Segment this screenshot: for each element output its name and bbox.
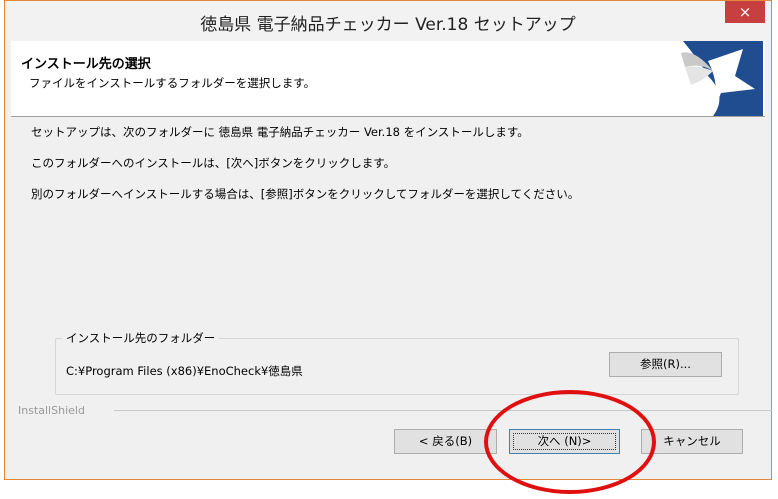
installer-window: 徳島県 電子納品チェッカー Ver.18 セットアップ × インストール先の選択… (4, 0, 772, 480)
header-title: インストール先の選択 (21, 57, 151, 72)
back-button[interactable]: < 戻る(B) (394, 429, 497, 454)
close-button[interactable]: × (725, 1, 765, 23)
next-button[interactable]: 次へ (N)> (509, 429, 620, 454)
instruction-line-3: 別のフォルダーへインストールする場合は、[参照]ボタンをクリックしてフォルダーを… (31, 187, 580, 201)
destination-path: C:¥Program Files (x86)¥EnoCheck¥徳島県 (66, 364, 303, 378)
destination-group-label: インストール先のフォルダー (62, 330, 220, 346)
title-bar[interactable]: 徳島県 電子納品チェッカー Ver.18 セットアップ × (5, 1, 771, 41)
installshield-brand: InstallShield (18, 404, 91, 417)
cancel-button[interactable]: キャンセル (641, 429, 743, 454)
window-title: 徳島県 電子納品チェッカー Ver.18 セットアップ (200, 15, 576, 35)
wizard-header: インストール先の選択 ファイルをインストールするフォルダーを選択します。 (11, 41, 765, 117)
instruction-line-1: セットアップは、次のフォルダーに 徳島県 電子納品チェッカー Ver.18 をイ… (31, 125, 529, 139)
focus-rectangle (513, 433, 616, 450)
header-subtitle: ファイルをインストールするフォルダーを選択します。 (29, 76, 316, 90)
instruction-line-2: このフォルダーへのインストールは、[次へ]ボタンをクリックします。 (31, 156, 396, 170)
close-icon: × (738, 3, 752, 21)
browse-button[interactable]: 参照(R)... (609, 352, 722, 377)
footer-divider (114, 410, 772, 411)
installer-logo-icon (673, 41, 763, 116)
